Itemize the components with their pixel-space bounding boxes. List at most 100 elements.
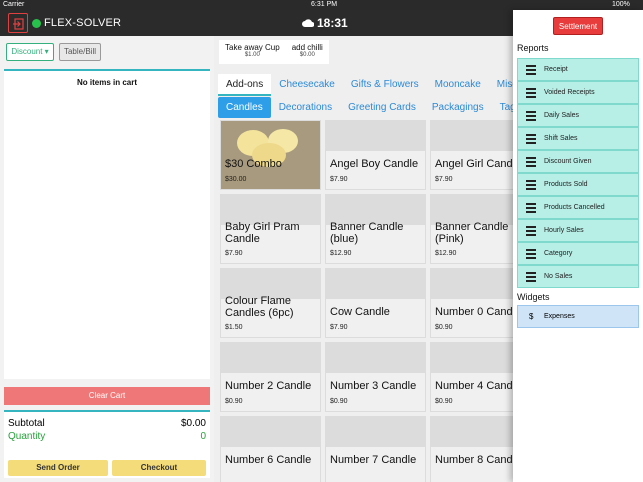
product-name: Number 7 Candle <box>330 454 417 466</box>
product-tile[interactable]: Cow Candle $7.90 <box>325 268 426 338</box>
settlement-button[interactable]: Settlement <box>553 17 603 35</box>
report-item-category[interactable]: Category <box>517 242 639 265</box>
subtotal-row: Subtotal $0.00 <box>8 418 206 429</box>
quantity-label: Quantity <box>8 431 46 442</box>
product-name: Number 4 Candle <box>435 380 513 392</box>
clock: 18:31 <box>302 16 348 30</box>
product-price: $0.90 <box>330 398 348 405</box>
logout-button[interactable] <box>8 13 28 33</box>
menu-icon <box>526 272 536 284</box>
table-bill-button[interactable]: Table/Bill <box>59 43 101 61</box>
quantity-row: Quantity 0 <box>8 431 206 442</box>
product-price: $1.50 <box>225 324 243 331</box>
product-tile[interactable]: Number 0 Candle $0.90 <box>430 268 513 338</box>
product-image-placeholder <box>326 343 425 373</box>
menu-icon <box>526 249 536 261</box>
product-tile[interactable]: Colour Flame Candles (6pc) $1.50 <box>220 268 321 338</box>
status-time: 6:31 PM <box>311 1 338 8</box>
tab-greeting-cards[interactable]: Greeting Cards <box>340 97 424 118</box>
product-image-placeholder <box>221 343 320 373</box>
product-tile[interactable]: $30 Combo $30.00 <box>220 120 321 190</box>
product-name: Angel Boy Candle <box>330 158 419 170</box>
product-image-placeholder <box>431 343 513 373</box>
product-tile[interactable]: Number 8 Candle <box>430 416 513 482</box>
product-name: Number 8 Candle <box>435 454 513 466</box>
battery-level: 100% <box>612 1 630 8</box>
report-item-no-sales[interactable]: No Sales <box>517 265 639 288</box>
clock-time: 18:31 <box>317 16 348 30</box>
product-name: Number 6 Candle <box>225 454 312 466</box>
widget-expenses[interactable]: $ Expenses <box>517 305 639 328</box>
tab-gifts-flowers[interactable]: Gifts & Flowers <box>343 74 427 96</box>
reports-drawer: Settlement Reports Receipt Voided Receip… <box>513 10 643 482</box>
product-tile[interactable]: Number 4 Candle $0.90 <box>430 342 513 412</box>
tab-candles[interactable]: Candles <box>218 97 271 118</box>
product-price: $30.00 <box>225 176 247 183</box>
subtotal-value: $0.00 <box>180 418 206 429</box>
tab-cheesecake[interactable]: Cheesecake <box>271 74 343 96</box>
product-image-placeholder <box>326 121 425 151</box>
menu-icon <box>526 180 536 192</box>
tab-packagings[interactable]: Packagings <box>424 97 492 118</box>
product-name: Banner Candle (Pink) <box>435 221 509 245</box>
cloud-icon <box>302 19 314 27</box>
quick-item[interactable]: Take away Cup $1.00 <box>219 40 286 64</box>
checkout-button[interactable]: Checkout <box>112 460 206 476</box>
online-status-dot <box>32 19 41 28</box>
reports-heading: Reports <box>517 43 549 53</box>
report-item-voided-receipts[interactable]: Voided Receipts <box>517 81 639 104</box>
product-price: $0.90 <box>225 398 243 405</box>
quantity-value: 0 <box>200 431 206 442</box>
tab-decorations[interactable]: Decorations <box>271 97 340 118</box>
product-tile[interactable]: Banner Candle (Pink) $12.90 <box>430 194 513 264</box>
report-item-receipt[interactable]: Receipt <box>517 58 639 81</box>
cart-empty-message: No items in cart <box>76 78 137 87</box>
quick-items-bar: Take away Cup $1.00 add chilli $0.00 <box>219 40 329 64</box>
product-tile[interactable]: Baby Girl Pram Candle $7.90 <box>220 194 321 264</box>
product-name: Number 0 Candle <box>435 306 513 318</box>
product-name: Cow Candle <box>330 306 390 318</box>
product-name: Colour Flame Candles (6pc) <box>225 295 294 319</box>
product-image-placeholder <box>326 269 425 299</box>
product-tile[interactable]: Number 2 Candle $0.90 <box>220 342 321 412</box>
menu-icon <box>526 88 536 100</box>
product-name: Number 2 Candle <box>225 380 312 392</box>
subtotal-label: Subtotal <box>8 418 45 429</box>
report-item-hourly-sales[interactable]: Hourly Sales <box>517 219 639 242</box>
menu-icon <box>526 111 536 123</box>
product-tile[interactable]: Banner Candle (blue) $12.90 <box>325 194 426 264</box>
product-price: $7.90 <box>435 176 453 183</box>
menu-icon <box>526 203 536 215</box>
clear-cart-button[interactable]: Clear Cart <box>4 387 210 405</box>
product-image-placeholder <box>431 269 513 299</box>
report-item-products-cancelled[interactable]: Products Cancelled <box>517 196 639 219</box>
product-tile[interactable]: Number 6 Candle <box>220 416 321 482</box>
report-item-discount-given[interactable]: Discount Given <box>517 150 639 173</box>
product-tile[interactable]: Number 3 Candle $0.90 <box>325 342 426 412</box>
cart-items-list: No items in cart <box>4 69 210 379</box>
product-price: $7.90 <box>330 324 348 331</box>
product-image-placeholder <box>221 417 320 447</box>
product-tile[interactable]: Angel Boy Candle $7.90 <box>325 120 426 190</box>
report-item-shift-sales[interactable]: Shift Sales <box>517 127 639 150</box>
tab-add-ons[interactable]: Add-ons <box>218 74 272 96</box>
product-tile[interactable]: Angel Girl Candle $7.90 <box>430 120 513 190</box>
menu-icon <box>526 134 536 146</box>
product-price: $0.90 <box>435 398 453 405</box>
tab-mooncake[interactable]: Mooncake <box>427 74 489 96</box>
product-image-placeholder <box>326 417 425 447</box>
quick-item[interactable]: add chilli $0.00 <box>286 40 329 64</box>
product-tile[interactable]: Number 7 Candle <box>325 416 426 482</box>
cart-panel: Discount ▾ Table/Bill No items in cart C… <box>0 36 214 482</box>
report-item-daily-sales[interactable]: Daily Sales <box>517 104 639 127</box>
product-price: $12.90 <box>435 250 457 257</box>
product-name: $30 Combo <box>225 158 282 170</box>
product-price: $7.90 <box>330 176 348 183</box>
send-order-button[interactable]: Send Order <box>8 460 108 476</box>
category-tabs: Add-ons Cheesecake Gifts & Flowers Moonc… <box>218 74 528 96</box>
product-price: $12.90 <box>330 250 352 257</box>
product-name: Angel Girl Candle <box>435 158 513 170</box>
report-item-products-sold[interactable]: Products Sold <box>517 173 639 196</box>
discount-button[interactable]: Discount ▾ <box>6 43 54 61</box>
ios-status-bar: Carrier 6:31 PM 100% <box>0 0 643 10</box>
